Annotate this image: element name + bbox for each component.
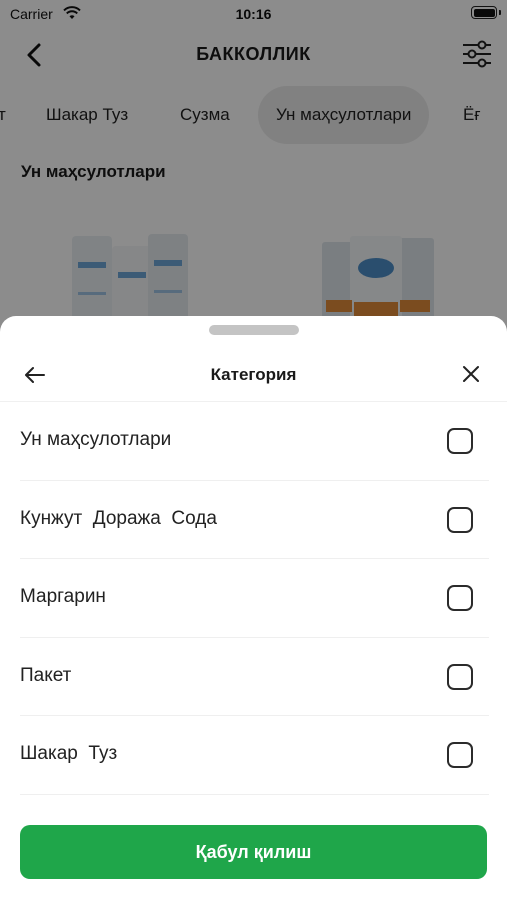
sheet-title: Категория: [210, 365, 297, 384]
category-option[interactable]: Маргарин: [20, 559, 489, 638]
close-icon[interactable]: [459, 362, 483, 386]
option-checkbox[interactable]: [447, 428, 473, 454]
option-checkbox[interactable]: [447, 663, 473, 690]
option-checkbox[interactable]: [447, 742, 473, 768]
option-checkbox[interactable]: [447, 585, 473, 611]
category-option[interactable]: Шакар Туз: [20, 716, 489, 795]
category-option[interactable]: Кунжут Доража Сода: [20, 481, 489, 559]
sheet-grabber[interactable]: [209, 325, 299, 335]
option-label: Маргарин: [20, 586, 106, 607]
category-options-list: Ун маҳсулотлари Кунжут Доража Сода Марга…: [0, 402, 507, 795]
option-label: Пакет: [20, 664, 72, 686]
category-bottom-sheet: Категория Ун маҳсулотлари Кунжут Доража …: [0, 316, 507, 900]
category-option[interactable]: Пакет: [20, 638, 489, 716]
option-label: Ун маҳсулотлари: [20, 429, 172, 450]
option-label: Шакар Туз: [20, 743, 118, 764]
category-option[interactable]: Ун маҳсулотлари: [20, 402, 489, 481]
sheet-header: Категория: [0, 346, 507, 402]
option-checkbox[interactable]: [447, 506, 473, 533]
accept-button[interactable]: Қабул қилиш: [20, 825, 487, 879]
option-label: Кунжут Доража Сода: [20, 507, 217, 529]
